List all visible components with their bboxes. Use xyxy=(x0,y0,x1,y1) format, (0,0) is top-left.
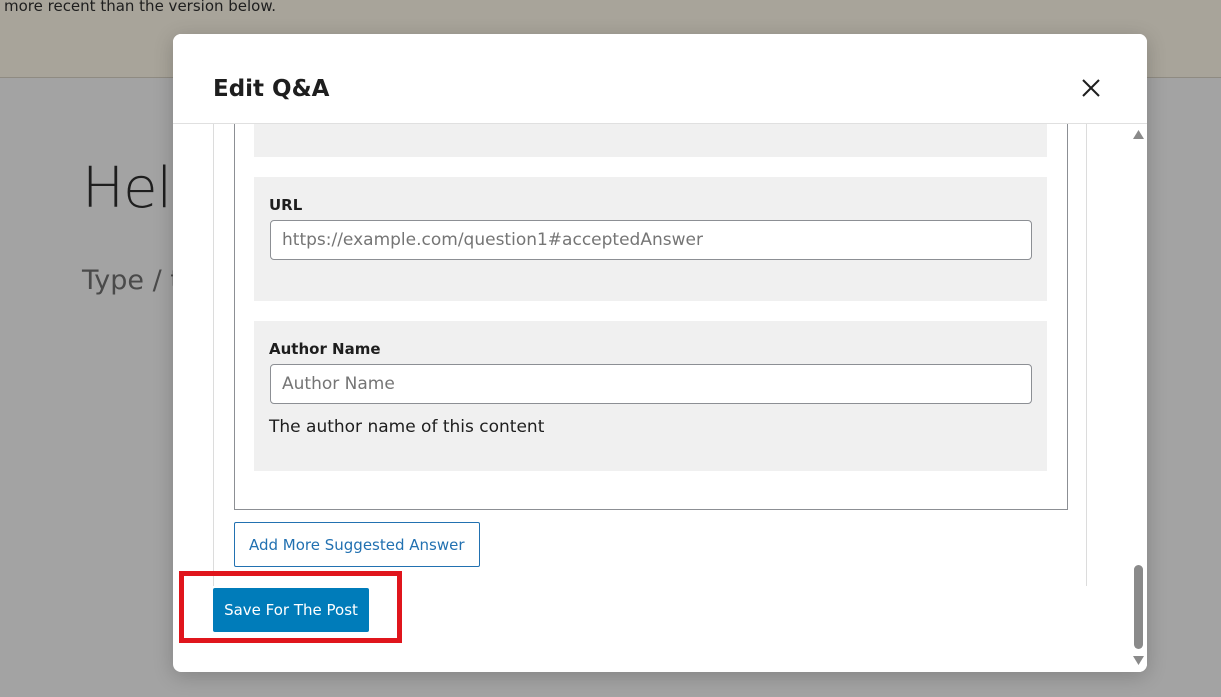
author-name-input[interactable] xyxy=(270,364,1032,404)
close-button[interactable] xyxy=(1075,72,1107,104)
block-placeholder[interactable]: Type / t xyxy=(82,265,181,296)
modal-title: Edit Q&A xyxy=(213,76,330,102)
save-for-the-post-button[interactable]: Save For The Post xyxy=(213,588,369,632)
scroll-up-icon[interactable] xyxy=(1133,130,1144,139)
field-panel-previous xyxy=(254,124,1047,157)
divider xyxy=(213,124,214,586)
add-more-suggested-answer-button[interactable]: Add More Suggested Answer xyxy=(234,522,480,567)
url-input[interactable] xyxy=(270,220,1032,260)
divider xyxy=(1086,124,1087,586)
url-label: URL xyxy=(269,196,303,214)
modal-header: Edit Q&A xyxy=(173,34,1147,124)
scroll-down-icon[interactable] xyxy=(1133,656,1144,665)
url-field-panel: URL xyxy=(254,177,1047,301)
notice-text: more recent than the version below. xyxy=(4,0,277,15)
author-name-help: The author name of this content xyxy=(269,417,545,437)
post-title[interactable]: Hel xyxy=(82,156,172,221)
modal-scrollbar[interactable] xyxy=(1130,124,1147,672)
author-name-label: Author Name xyxy=(269,340,381,358)
author-name-field-panel: Author Name The author name of this cont… xyxy=(254,321,1047,471)
scroll-thumb[interactable] xyxy=(1134,565,1143,649)
close-icon xyxy=(1082,79,1100,97)
modal-body: URL Author Name The author name of this … xyxy=(173,124,1147,672)
edit-qa-modal: Edit Q&A URL Author Name The author name… xyxy=(173,34,1147,672)
